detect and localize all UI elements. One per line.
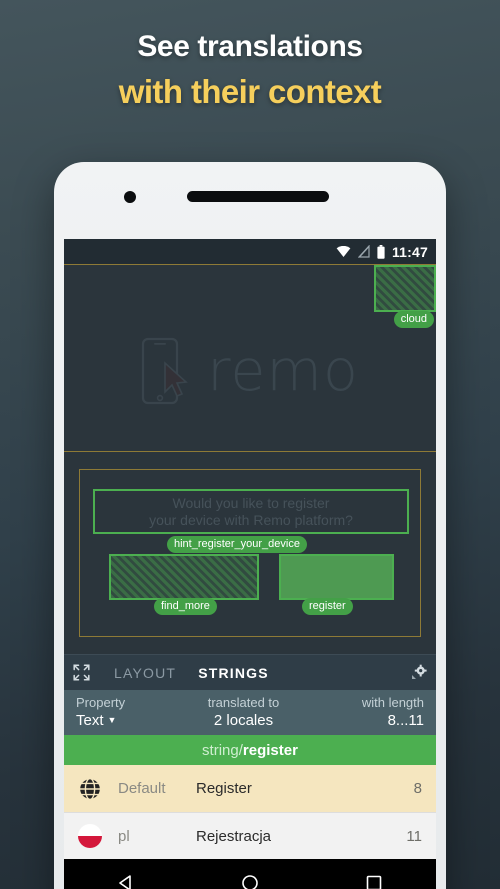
- remo-logo: remo: [64, 296, 436, 446]
- locale-code: pl: [118, 827, 130, 845]
- frame-divider-mid: [64, 451, 436, 452]
- table-row[interactable]: pl Rejestracja 11: [64, 812, 436, 859]
- wifi-icon: [336, 246, 351, 257]
- badge-register[interactable]: register: [302, 598, 353, 615]
- headline-line-2: with their context: [118, 73, 382, 110]
- inspector-toolbar: LAYOUT STRINGS: [64, 654, 436, 690]
- hint-line-2: your device with Remo platform?: [149, 511, 353, 528]
- remo-wordmark: remo: [207, 338, 359, 404]
- header-column-length: with length 8...11: [362, 694, 424, 731]
- string-resource-bar[interactable]: string/ register: [64, 735, 436, 765]
- header-column-property: Property Text ▼: [76, 694, 125, 732]
- string-prefix: string/: [202, 741, 243, 759]
- globe-icon: [78, 777, 102, 800]
- locale-code: Default: [118, 780, 166, 797]
- header-translated-value: 2 locales: [213, 712, 274, 729]
- recents-square-icon[interactable]: [364, 873, 384, 889]
- preview-button-row: [109, 554, 394, 600]
- header-translated-label: translated to: [207, 695, 280, 710]
- phone-screen: 11:47 cloud remo Would you like to regis…: [64, 239, 436, 889]
- layout-preview: cloud remo Would you like to register yo…: [64, 264, 436, 654]
- tab-layout[interactable]: LAYOUT: [114, 665, 176, 681]
- locale-flag: [78, 824, 118, 848]
- table-row[interactable]: Default Register 8: [64, 765, 436, 812]
- header-property-value[interactable]: Text ▼: [76, 711, 125, 732]
- locale-value: Register: [196, 780, 252, 797]
- badge-hint-register[interactable]: hint_register_your_device: [167, 536, 307, 553]
- header-property-label: Property: [76, 695, 126, 710]
- locale-value: Rejestracja: [196, 827, 272, 845]
- phone-top-bezel: [54, 162, 446, 239]
- status-clock: 11:47: [391, 243, 428, 260]
- header-column-translated: translated to 2 locales: [125, 694, 362, 731]
- hint-text-overlay[interactable]: Would you like to register your device w…: [93, 489, 409, 534]
- badge-find-more[interactable]: find_more: [154, 598, 217, 615]
- inspector-tabs: LAYOUT STRINGS: [98, 665, 402, 681]
- hint-text: Would you like to register your device w…: [149, 495, 353, 529]
- locale-length: 11: [406, 827, 422, 845]
- signal-icon: [357, 245, 370, 258]
- headline-line-1: See translations: [137, 30, 363, 63]
- hint-line-1: Would you like to register: [172, 494, 330, 511]
- settings-button[interactable]: [402, 663, 436, 683]
- headline: See translations with their context: [0, 28, 500, 114]
- fullscreen-button[interactable]: [64, 663, 98, 682]
- phone-cursor-icon: [142, 337, 189, 405]
- battery-icon: [377, 244, 385, 259]
- android-status-bar: 11:47: [64, 239, 436, 264]
- strings-table-header: Property Text ▼ translated to 2 locales w…: [64, 690, 436, 735]
- tab-strings[interactable]: STRINGS: [198, 665, 269, 681]
- header-length-value: 8...11: [387, 712, 424, 729]
- poland-flag-icon: [78, 824, 102, 848]
- locale-length: 8: [413, 780, 422, 797]
- find-more-overlay-box[interactable]: [109, 554, 259, 600]
- chevron-down-icon: ▼: [107, 715, 117, 725]
- home-circle-icon[interactable]: [240, 873, 260, 889]
- locale-flag: [78, 777, 118, 801]
- string-name: register: [242, 741, 298, 759]
- front-camera-icon: [124, 191, 136, 203]
- register-overlay-box[interactable]: [279, 554, 394, 600]
- fullscreen-icon: [72, 664, 90, 681]
- phone-mockup: 11:47 cloud remo Would you like to regis…: [54, 162, 446, 889]
- gear-icon: [412, 664, 427, 679]
- back-triangle-icon[interactable]: [116, 873, 136, 889]
- header-length-label: with length: [361, 695, 424, 710]
- earpiece-speaker: [187, 191, 329, 202]
- android-nav-bar: [64, 859, 436, 889]
